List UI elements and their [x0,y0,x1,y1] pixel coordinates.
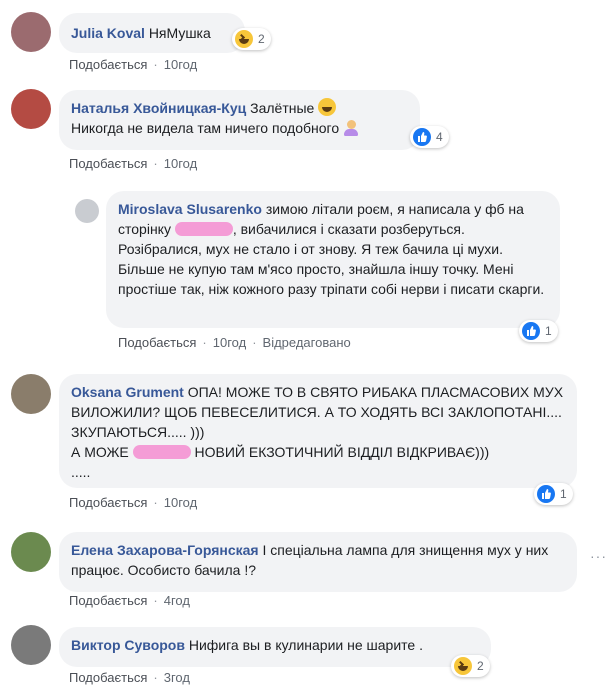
avatar[interactable] [11,12,51,52]
author-name[interactable]: Наталья Хвойницкая-Куц [71,100,246,116]
avatar[interactable] [11,374,51,414]
avatar[interactable] [11,89,51,129]
reaction-count: 1 [560,487,567,501]
like-link[interactable]: Подобається [118,335,196,350]
reaction-count: 2 [477,659,484,673]
reaction-badge[interactable]: 2 [451,655,490,677]
reaction-count: 4 [436,130,443,144]
timestamp[interactable]: 4год [164,593,190,608]
avatar[interactable] [75,199,99,223]
like-reaction-icon [413,128,431,146]
reaction-count: 1 [545,324,552,338]
comment-actions: Подобається · 4год [69,593,190,608]
redacted-text [132,445,191,459]
like-link[interactable]: Подобається [69,593,147,608]
like-link[interactable]: Подобається [69,57,147,72]
timestamp[interactable]: 3год [164,670,190,685]
comment-bubble: Oksana Grument ОПА! МОЖЕ ТО В СВЯТО РИБА… [59,374,577,488]
comment-actions: Подобається · 10год [69,156,198,171]
author-name[interactable]: Oksana Grument [71,384,184,400]
haha-reaction-icon [454,657,472,675]
edited-label[interactable]: Відредаговано [263,335,351,350]
author-name[interactable]: Miroslava Slusarenko [118,201,262,217]
like-link[interactable]: Подобається [69,156,147,171]
comment-bubble: Наталья Хвойницкая-Куц Залётные Никогда … [59,90,420,150]
comment-actions: Подобається · 3год [69,670,190,685]
author-name[interactable]: Виктор Суворов [71,637,185,653]
comment-text: А МОЖЕ [71,444,129,460]
comment-bubble: Виктор Суворов Нифига вы в кулинарии не … [59,627,491,667]
reaction-badge[interactable]: 1 [519,320,558,342]
like-reaction-icon [522,322,540,340]
comment-actions: Подобається · 10год · Відредаговано [118,335,351,350]
avatar[interactable] [11,532,51,572]
timestamp[interactable]: 10год [213,335,246,350]
comment-actions: Подобається · 10год [69,495,198,510]
person-emoji-icon [343,120,359,136]
redacted-text [174,222,233,236]
haha-reaction-icon [235,30,253,48]
like-link[interactable]: Подобається [69,495,147,510]
comment-text: Залётные [250,100,315,116]
comment-bubble: Julia Koval НяМушка [59,13,245,53]
comment-text: Нифига вы в кулинарии не шарите . [188,637,423,653]
comment-text: ..... [71,464,91,480]
avatar[interactable] [11,625,51,665]
comment-text: НОВИЙ ЕКЗОТИЧНИЙ ВІДДІЛ ВІДКРИВАЄ))) [194,444,490,460]
author-name[interactable]: Елена Захарова-Горянская [71,542,259,558]
reaction-badge[interactable]: 4 [410,126,449,148]
reaction-count: 2 [258,32,265,46]
laughing-emoji-icon [318,98,337,116]
comment-bubble: Елена Захарова-Горянская І спеціальна ла… [59,532,577,592]
reaction-badge[interactable]: 1 [534,483,573,505]
comment-bubble: Miroslava Slusarenko зимою літали роєм, … [106,191,560,328]
reaction-badge[interactable]: 2 [232,28,271,50]
like-link[interactable]: Подобається [69,670,147,685]
timestamp[interactable]: 10год [164,57,197,72]
comment-actions: Подобається · 10год [69,57,198,72]
timestamp[interactable]: 10год [164,495,197,510]
timestamp[interactable]: 10год [164,156,197,171]
comment-text: Никогда не видела там ничего подобного [71,120,340,136]
author-name[interactable]: Julia Koval [71,25,145,41]
like-reaction-icon [537,485,555,503]
comment-text: НяМушка [148,25,211,41]
more-options-icon[interactable]: ··· [590,548,607,564]
